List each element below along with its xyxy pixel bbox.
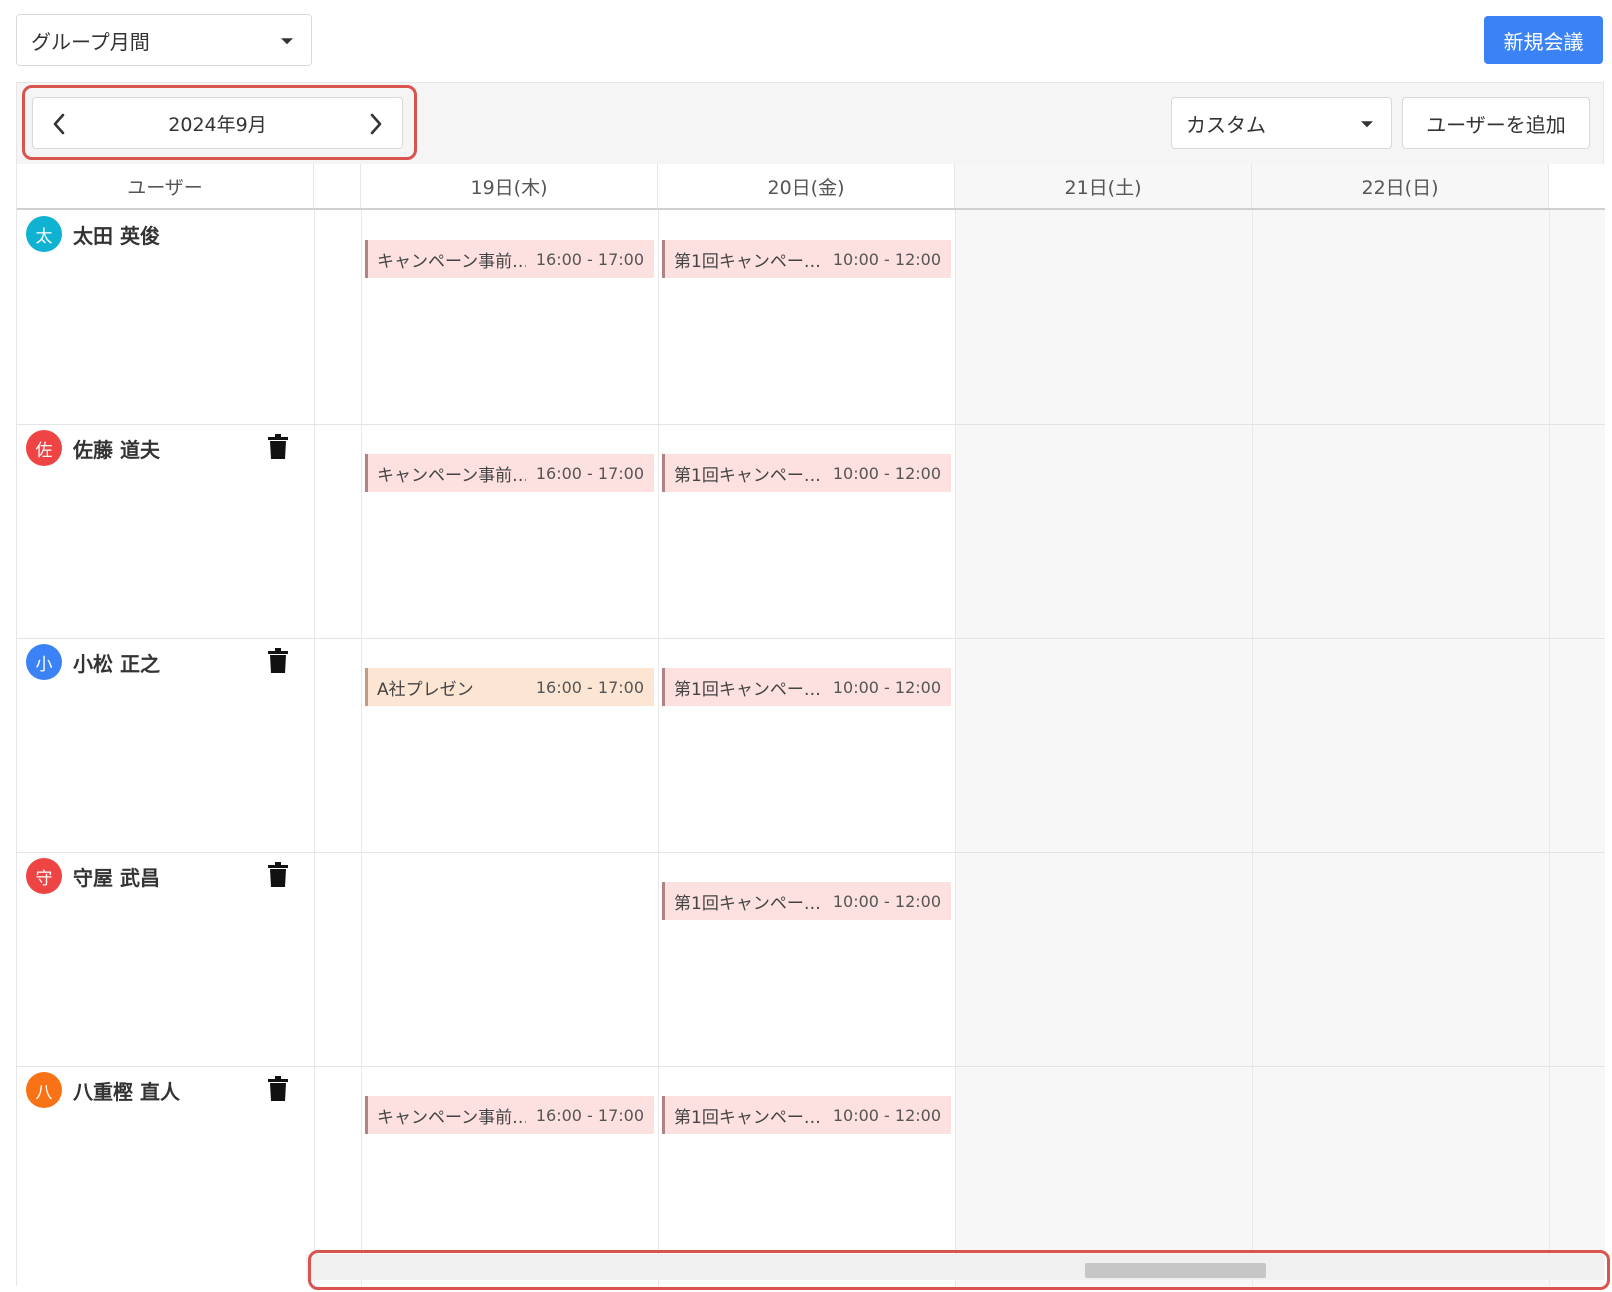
event-time: 10:00 - 12:00 — [832, 677, 941, 697]
user-avatar: 八 — [26, 1072, 62, 1108]
caret-down-icon — [281, 38, 293, 45]
column-header-row: ユーザー 19日(木) 20日(金) 21日(土) 22日(日) — [17, 164, 1605, 210]
partial-column — [1549, 164, 1605, 1286]
user-name: 小松 正之 — [73, 652, 160, 676]
event-time: 10:00 - 12:00 — [832, 1105, 941, 1125]
trash-icon — [268, 434, 288, 459]
range-selector[interactable]: カスタム — [1171, 97, 1392, 149]
day-header: 22日(日) — [1252, 164, 1549, 208]
weekend-column-sat — [955, 164, 1252, 1286]
user-avatar: 小 — [26, 644, 62, 680]
day-header: 20日(金) — [658, 164, 955, 208]
column-divider — [361, 210, 362, 1286]
remove-user-button[interactable] — [267, 648, 289, 674]
caret-down-icon — [1361, 121, 1373, 128]
event-chip[interactable]: 第1回キャンペー… 10:00 - 12:00 — [662, 1096, 951, 1134]
chevron-right-icon — [370, 113, 382, 135]
column-divider — [658, 210, 659, 1286]
event-time: 16:00 - 17:00 — [535, 463, 644, 483]
trash-icon — [268, 648, 288, 673]
event-chip[interactable]: 第1回キャンペー… 10:00 - 12:00 — [662, 882, 951, 920]
column-divider — [1549, 210, 1550, 1286]
event-title: キャンペーン事前… — [377, 465, 526, 486]
user-name: 太田 英俊 — [73, 224, 160, 248]
scrollbar-thumb[interactable] — [1085, 1263, 1266, 1278]
remove-user-button[interactable] — [267, 1076, 289, 1102]
event-time: 16:00 - 17:00 — [535, 1105, 644, 1125]
spacer-column-header — [314, 164, 361, 208]
remove-user-button[interactable] — [267, 434, 289, 460]
column-divider — [1252, 210, 1253, 1286]
event-title: キャンペーン事前… — [377, 1107, 526, 1128]
user-row-cell: 八八重樫 直人 — [17, 1066, 314, 1280]
event-chip[interactable]: キャンペーン事前… 16:00 - 17:00 — [365, 240, 654, 278]
event-title: 第1回キャンペー… — [674, 1107, 821, 1128]
user-column-header: ユーザー — [17, 164, 314, 208]
column-divider — [314, 210, 315, 1286]
event-chip[interactable]: A社プレゼン 16:00 - 17:00 — [365, 668, 654, 706]
calendar-grid: ユーザー 19日(木) 20日(金) 21日(土) 22日(日) 太太田 英俊キ… — [16, 164, 1605, 1286]
event-title: 第1回キャンペー… — [674, 893, 821, 914]
column-divider — [955, 210, 956, 1286]
user-avatar: 佐 — [26, 430, 62, 466]
trash-icon — [268, 862, 288, 887]
day-header: 21日(土) — [955, 164, 1252, 208]
event-time: 16:00 - 17:00 — [535, 677, 644, 697]
event-chip[interactable]: キャンペーン事前… 16:00 - 17:00 — [365, 1096, 654, 1134]
new-meeting-button[interactable]: 新規会議 — [1484, 16, 1603, 64]
event-time: 16:00 - 17:00 — [535, 249, 644, 269]
event-chip[interactable]: 第1回キャンペー… 10:00 - 12:00 — [662, 668, 951, 706]
weekend-column-sun — [1252, 164, 1549, 1286]
user-row-cell: 佐佐藤 道夫 — [17, 424, 314, 638]
add-user-button[interactable]: ユーザーを追加 — [1402, 97, 1590, 149]
view-selector[interactable]: グループ月間 — [16, 14, 312, 66]
current-month-label: 2024年9月 — [168, 113, 267, 136]
day-header: 19日(木) — [361, 164, 658, 208]
event-time: 10:00 - 12:00 — [832, 891, 941, 911]
horizontal-scrollbar[interactable] — [306, 1254, 1604, 1280]
user-row-cell: 太太田 英俊 — [17, 210, 314, 424]
view-selector-value: グループ月間 — [31, 29, 150, 54]
event-title: A社プレゼン — [377, 679, 474, 700]
event-time: 10:00 - 12:00 — [832, 249, 941, 269]
user-name: 守屋 武昌 — [73, 866, 160, 890]
event-time: 10:00 - 12:00 — [832, 463, 941, 483]
event-title: 第1回キャンペー… — [674, 679, 821, 700]
next-month-button[interactable] — [364, 112, 388, 136]
range-selector-value: カスタム — [1186, 112, 1266, 137]
event-chip[interactable]: 第1回キャンペー… 10:00 - 12:00 — [662, 454, 951, 492]
user-name: 佐藤 道夫 — [73, 438, 160, 462]
trash-icon — [268, 1076, 288, 1101]
event-chip[interactable]: キャンペーン事前… 16:00 - 17:00 — [365, 454, 654, 492]
month-navigator: 2024年9月 — [32, 97, 403, 149]
user-row-cell: 守守屋 武昌 — [17, 852, 314, 1066]
user-avatar: 守 — [26, 858, 62, 894]
event-title: 第1回キャンペー… — [674, 465, 821, 486]
user-avatar: 太 — [26, 216, 62, 252]
event-title: キャンペーン事前… — [377, 251, 526, 272]
event-title: 第1回キャンペー… — [674, 251, 821, 272]
user-row-cell: 小小松 正之 — [17, 638, 314, 852]
event-chip[interactable]: 第1回キャンペー… 10:00 - 12:00 — [662, 240, 951, 278]
remove-user-button[interactable] — [267, 862, 289, 888]
user-name: 八重樫 直人 — [73, 1080, 180, 1104]
